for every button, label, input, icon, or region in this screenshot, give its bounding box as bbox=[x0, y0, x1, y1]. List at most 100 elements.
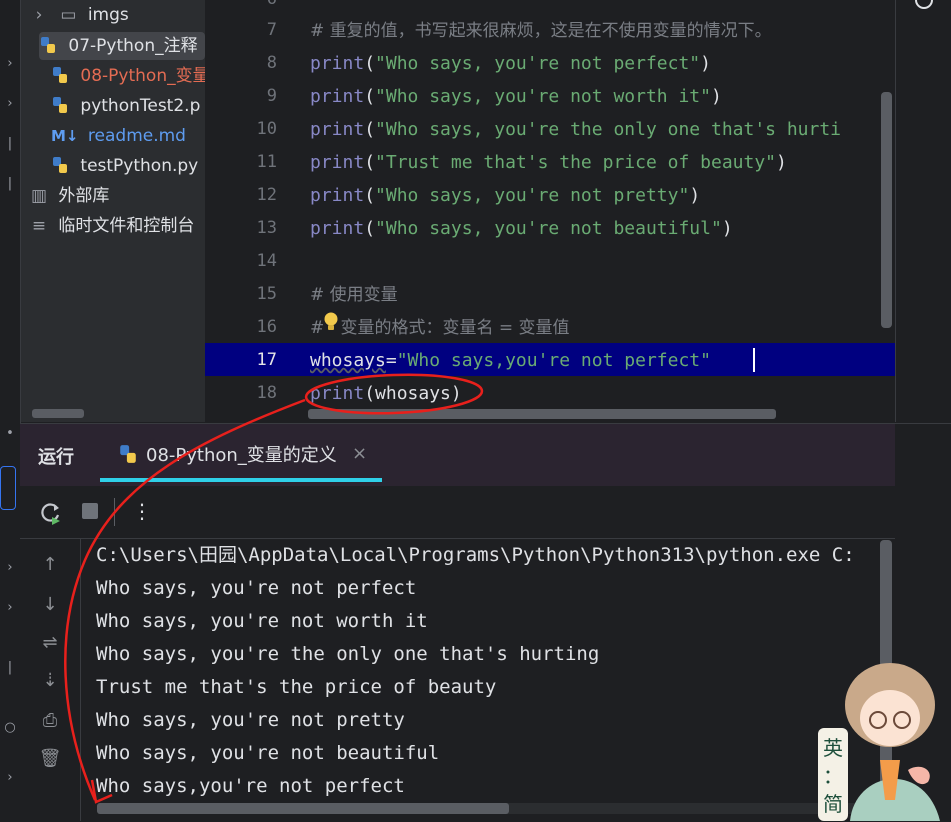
tree-item-08-python[interactable]: 08-Python_变量 bbox=[51, 62, 205, 90]
code-paren: ( bbox=[364, 152, 376, 173]
code-builtin: print bbox=[310, 152, 365, 173]
run-tab[interactable]: 08-Python_变量的定义 bbox=[118, 441, 337, 467]
code-paren: ) bbox=[689, 185, 701, 206]
tree-item-07-python[interactable]: 07-Python_注释 bbox=[39, 32, 205, 60]
code-paren: ) bbox=[721, 218, 733, 239]
tool-strip-icon[interactable]: | bbox=[2, 176, 18, 192]
code-line-17[interactable]: whosays="Who says,you're not perfect" bbox=[310, 344, 711, 377]
console-line: C:\Users\田园\AppData\Local\Programs\Pytho… bbox=[96, 544, 855, 566]
console-line: Who says, you're the only one that's hur… bbox=[96, 643, 600, 665]
tree-item-pythontest2[interactable]: pythonTest2.p bbox=[51, 92, 205, 120]
run-tab-label: 08-Python_变量的定义 bbox=[146, 445, 337, 466]
line-number: 15 bbox=[256, 284, 277, 304]
code-line-15[interactable]: # 使用变量 bbox=[310, 278, 398, 311]
tool-strip-icon[interactable]: › bbox=[2, 770, 18, 786]
up-arrow-icon[interactable]: ↑ bbox=[38, 553, 62, 577]
tool-strip-icon[interactable]: | bbox=[2, 660, 18, 676]
down-arrow-icon[interactable]: ↓ bbox=[38, 593, 62, 617]
code-line-7[interactable]: # 重复的值，书写起来很麻烦，这是在不使用变量的情况下。 bbox=[310, 14, 772, 47]
stop-icon[interactable] bbox=[82, 503, 98, 519]
folder-icon: ▭ bbox=[60, 5, 77, 25]
toolbar-separator bbox=[114, 498, 115, 526]
code-string: "Trust me that's the price of beauty" bbox=[375, 152, 776, 173]
tree-item-label: readme.md bbox=[87, 126, 186, 146]
code-line-9[interactable]: print("Who says, you're not worth it") bbox=[310, 80, 722, 113]
code-line-11[interactable]: print("Trust me that's the price of beau… bbox=[310, 146, 787, 179]
code-string: "Who says, you're the only one that's hu… bbox=[375, 119, 842, 140]
code-line-13[interactable]: print("Who says, you're not beautiful") bbox=[310, 212, 733, 245]
tool-strip-icon[interactable]: | bbox=[2, 136, 18, 152]
editor-vertical-scrollbar[interactable] bbox=[881, 92, 892, 328]
tool-strip-icon[interactable]: • bbox=[2, 426, 18, 442]
line-numbers: 6 7 8 9 10 11 12 13 14 15 16 17 18 bbox=[205, 0, 305, 422]
markdown-icon: M↓ bbox=[51, 127, 79, 145]
tool-strip-icon[interactable]: › bbox=[2, 600, 18, 616]
scroll-to-end-icon[interactable]: ⇣ bbox=[38, 669, 62, 693]
code-comment: # 变量的格式：变量名 = 变量值 bbox=[310, 318, 570, 338]
tree-item-label: 外部库 bbox=[58, 186, 110, 206]
tree-item-external-libraries[interactable]: ▥ 外部库 bbox=[29, 182, 205, 210]
tool-strip-icon[interactable]: › bbox=[2, 56, 18, 72]
code-builtin: print bbox=[310, 383, 365, 404]
code-paren: ( bbox=[364, 185, 376, 206]
ime-mode-separator: ： bbox=[823, 764, 843, 788]
console-output[interactable]: C:\Users\田园\AppData\Local\Programs\Pytho… bbox=[81, 539, 881, 805]
code-operator: = bbox=[385, 350, 397, 371]
line-number: 16 bbox=[256, 317, 277, 337]
rerun-icon[interactable] bbox=[38, 500, 64, 526]
code-line-12[interactable]: print("Who says, you're not pretty") bbox=[310, 179, 700, 212]
code-line-10[interactable]: print("Who says, you're the only one tha… bbox=[310, 113, 841, 146]
tree-item-label: pythonTest2.p bbox=[80, 96, 201, 116]
editor-horizontal-scrollbar[interactable] bbox=[308, 409, 776, 419]
tree-item-scratches[interactable]: ≡ 临时文件和控制台 bbox=[29, 212, 205, 240]
code-paren: ) bbox=[700, 53, 711, 74]
code-argument: whosays bbox=[375, 383, 451, 404]
line-number: 7 bbox=[266, 20, 277, 40]
line-number-current: 17 bbox=[256, 350, 277, 370]
tree-item-label: testPython.py bbox=[80, 156, 199, 176]
console-line: Trust me that's the price of beauty bbox=[96, 676, 497, 698]
run-panel-title: 运行 bbox=[38, 447, 74, 468]
ime-mode-top: 英 bbox=[823, 736, 843, 760]
code-paren: ( bbox=[364, 119, 376, 140]
project-tree: › ▭ imgs 07-Python_注释 08-Python_变量 pytho… bbox=[21, 0, 205, 422]
chevron-right-icon[interactable]: › bbox=[29, 1, 49, 29]
tree-horizontal-scrollbar[interactable] bbox=[32, 409, 84, 418]
console-line: Who says, you're not perfect bbox=[96, 577, 417, 599]
tree-item-label: imgs bbox=[87, 5, 129, 25]
tool-strip-icon[interactable]: ○ bbox=[2, 720, 18, 736]
code-line-16[interactable]: # 变量的格式：变量名 = 变量值 bbox=[310, 311, 570, 344]
console-side-toolbar: ↑ ↓ ⇌ ⇣ ⎙ 🗑 bbox=[20, 539, 81, 821]
code-paren: ) bbox=[776, 152, 787, 173]
run-tool-strip-button[interactable] bbox=[0, 466, 16, 510]
code-string: "Who says, you're not perfect" bbox=[375, 53, 701, 74]
console-line: Who says, you're not pretty bbox=[96, 709, 405, 731]
python-file-icon bbox=[120, 445, 136, 463]
python-file-icon bbox=[53, 97, 67, 113]
console-line: Who says, you're not beautiful bbox=[96, 742, 440, 764]
tool-strip-icon[interactable]: › bbox=[2, 96, 18, 112]
bulb-icon[interactable] bbox=[323, 312, 339, 332]
code-line-18[interactable]: print(whosays) bbox=[310, 377, 462, 410]
more-icon[interactable]: ⋮ bbox=[132, 499, 152, 523]
tree-item-readme[interactable]: M↓ readme.md bbox=[51, 122, 205, 150]
soft-wrap-icon[interactable]: ⇌ bbox=[38, 631, 62, 655]
tree-item-imgs[interactable]: › ▭ imgs bbox=[29, 1, 205, 29]
console-line: Who says, you're not worth it bbox=[96, 610, 428, 632]
line-number: 18 bbox=[256, 383, 277, 403]
code-string: "Who says, you're not pretty" bbox=[375, 185, 690, 206]
code-builtin: print bbox=[310, 119, 365, 140]
code-line-8[interactable]: print("Who says, you're not perfect") bbox=[310, 47, 711, 80]
tree-item-label: 08-Python_变量 bbox=[80, 66, 205, 86]
tool-strip-icon[interactable]: › bbox=[2, 560, 18, 576]
console-horizontal-scrollbar[interactable] bbox=[97, 803, 509, 814]
close-icon[interactable]: × bbox=[352, 443, 367, 464]
code-string: "Who says,you're not perfect" bbox=[396, 350, 711, 371]
trash-icon[interactable]: 🗑 bbox=[38, 747, 62, 771]
notifications-icon[interactable] bbox=[914, 0, 934, 10]
code-paren: ) bbox=[450, 383, 462, 404]
ime-indicator[interactable]: 英 ： 简 bbox=[818, 728, 848, 821]
print-icon[interactable]: ⎙ bbox=[38, 709, 62, 733]
python-file-icon bbox=[53, 67, 67, 83]
tree-item-testpython[interactable]: testPython.py bbox=[51, 152, 205, 180]
